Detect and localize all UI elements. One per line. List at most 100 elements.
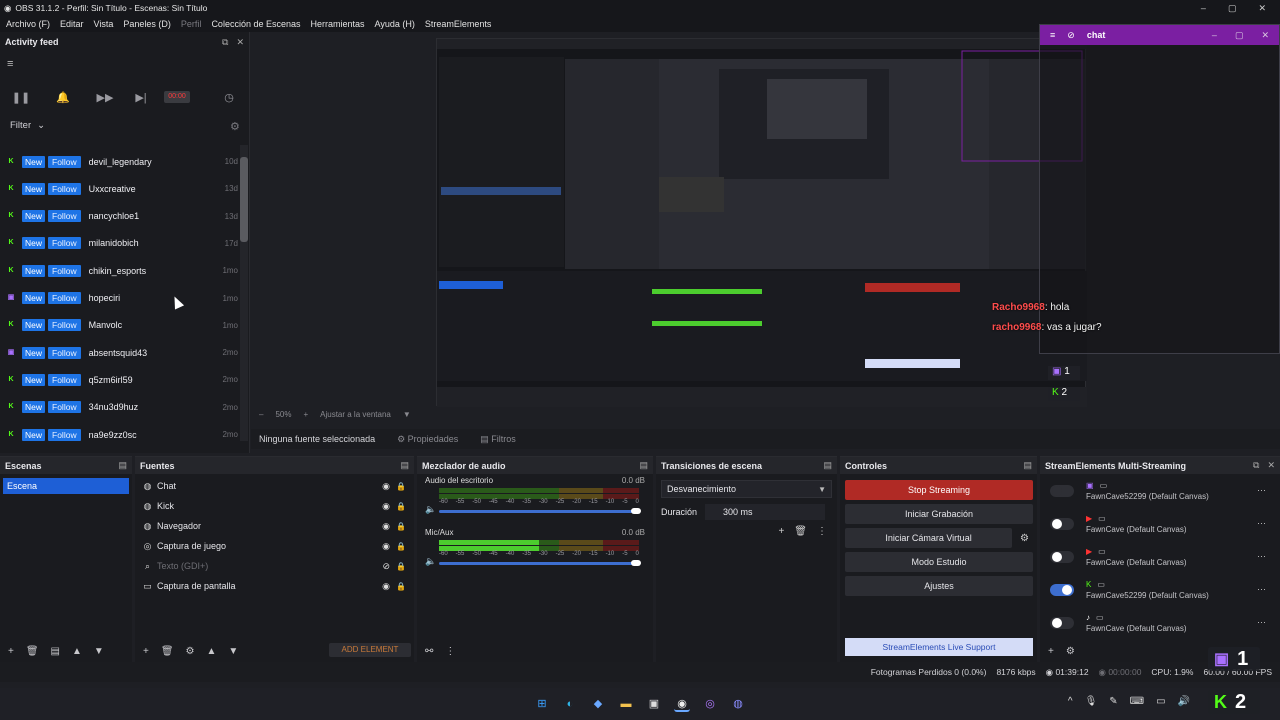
lock-icon[interactable]: 🔒 [396,562,406,571]
feed-row[interactable]: K New Follow milanidobich 17d [0,230,238,257]
menu-paneles[interactable]: Paneles (D) [123,19,171,29]
source-item[interactable]: ◍ Kick ◉ 🔒 [135,496,414,516]
windows-start-icon[interactable]: ⊞ [534,696,550,712]
stop-streaming-button[interactable]: Stop Streaming [845,480,1033,500]
stream-toggle[interactable] [1050,550,1074,563]
volume-icon[interactable]: 🔊 [1178,696,1190,707]
stream-toggle[interactable] [1050,484,1074,497]
move-down-icon[interactable]: ▼ [94,646,104,657]
gear-icon[interactable]: ⚙ [1020,533,1029,544]
source-item[interactable]: ⌕ Texto (GDI+) ⊘ 🔒 [135,556,414,576]
link-icon[interactable]: ⚯ [425,646,433,657]
gear-icon[interactable]: ⚙ [230,120,240,133]
edge-icon[interactable]: ◐ [562,696,578,712]
maximize-icon[interactable]: ▢ [1228,3,1237,14]
source-item[interactable]: ◍ Chat ◉ 🔒 [135,476,414,496]
dock-menu-icon[interactable]: ▤ [639,460,648,471]
feed-row[interactable]: ▣ New Follow hopeciri 1mo [0,285,238,312]
keyboard-icon[interactable]: ⌨ [1130,696,1144,707]
add-icon[interactable]: + [143,646,149,657]
chevron-down-icon[interactable]: ▼ [403,410,411,419]
dock-menu-icon[interactable]: ▤ [118,460,127,471]
dock-menu-icon[interactable]: ▤ [823,460,832,471]
volume-knob[interactable] [631,508,641,514]
feed-row[interactable]: K New Follow Manvolc 1mo [0,312,238,339]
eye-icon[interactable]: ◉ [382,501,390,512]
close-icon[interactable]: ✕ [1258,3,1266,14]
eye-icon[interactable]: ◉ [382,481,390,492]
lock-icon[interactable]: 🔒 [396,542,406,551]
feed-scrollbar[interactable] [240,145,248,441]
eye-icon[interactable]: ⊘ [382,561,390,572]
feed-row[interactable]: K New Follow na9e9zz0sc 2mo [0,421,238,448]
feed-row[interactable]: K New Follow Uxxcreative 13d [0,175,238,202]
scene-item[interactable]: Escena [3,478,129,494]
lock-icon[interactable]: 🔒 [396,582,406,591]
feed-row[interactable]: ▣ New Follow absentsquid43 2mo [0,339,238,366]
source-item[interactable]: ▭ Captura de pantalla ◉ 🔒 [135,576,414,596]
dock-menu-icon[interactable]: ▤ [400,460,409,471]
dock-menu-icon[interactable]: ▤ [1023,460,1032,471]
float-icon[interactable]: ⧉ [1253,460,1259,471]
volume-knob[interactable] [631,560,641,566]
pen-icon[interactable]: ✎ [1109,696,1117,707]
menu-herramientas[interactable]: Herramientas [311,19,365,29]
add-icon[interactable]: + [8,646,14,657]
volume-slider[interactable] [439,562,639,565]
trash-icon[interactable]: 🗑 [161,646,174,657]
more-icon[interactable]: ⋯ [1257,518,1266,529]
minimize-icon[interactable]: – [1212,30,1217,41]
live-support-button[interactable]: StreamElements Live Support [845,638,1033,656]
menu-archivo[interactable]: Archivo (F) [6,19,50,29]
more-icon[interactable]: ⋯ [1257,584,1266,595]
more-icon[interactable]: ⋮ [817,526,827,537]
feed-row[interactable]: K New Follow 34nu3d9huz 2mo [0,394,238,421]
network-icon[interactable]: ▭ [1156,696,1165,707]
volume-slider[interactable] [439,510,639,513]
chevron-up-icon[interactable]: ^ [1068,696,1073,707]
more-icon[interactable]: ⋯ [1257,485,1266,496]
menu-vista[interactable]: Vista [94,19,114,29]
menu-streamelements[interactable]: StreamElements [425,19,492,29]
filter-icon[interactable]: ▤ [51,646,60,657]
fit-window[interactable]: Ajustar a la ventana [320,410,391,419]
trash-icon[interactable]: 🗑 [26,646,39,657]
app-icon[interactable]: ◎ [702,696,718,712]
feed-row[interactable]: K New Follow devil_legendary 10d [0,148,238,175]
start-virtual-camera-button[interactable]: Iniciar Cámara Virtual [845,528,1013,548]
source-item[interactable]: ◍ Navegador ◉ 🔒 [135,516,414,536]
move-up-icon[interactable]: ▲ [207,646,217,657]
trash-icon[interactable]: 🗑 [794,526,807,537]
pause-icon[interactable]: ❚❚ [0,91,42,104]
menu-icon[interactable]: ≡ [1050,30,1055,40]
properties-button[interactable]: ⚙ Propiedades [397,434,458,445]
minimize-icon[interactable]: – [1201,3,1206,14]
gear-icon[interactable]: ⚙ [1066,646,1075,657]
close-icon[interactable]: ✕ [1261,30,1269,41]
add-icon[interactable]: + [778,526,784,537]
more-icon[interactable]: ⋯ [1257,617,1266,628]
more-icon[interactable]: ⋮ [445,646,455,657]
speaker-icon[interactable]: 🔈 [425,556,436,567]
file-explorer-icon[interactable]: ▬ [618,696,634,712]
gear-icon[interactable]: ⚙ [186,646,195,657]
skip-end-icon[interactable]: ▶| [126,91,156,104]
start-recording-button[interactable]: Iniciar Grabación [845,504,1033,524]
lock-icon[interactable]: 🔒 [396,482,406,491]
speaker-icon[interactable]: 🔈 [425,504,436,515]
stream-toggle[interactable] [1050,517,1074,530]
eye-icon[interactable]: ◉ [382,521,390,532]
feed-row[interactable]: K New Follow chikin_esports 1mo [0,257,238,284]
copilot-icon[interactable]: ◆ [590,696,606,712]
discord-icon[interactable]: ◍ [730,696,746,712]
menu-editar[interactable]: Editar [60,19,84,29]
float-icon[interactable]: ⧉ [222,37,228,48]
filter-dropdown[interactable]: Filter ⌄ [10,120,45,131]
move-down-icon[interactable]: ▼ [228,646,238,657]
eye-icon[interactable]: ◉ [382,541,390,552]
obs-icon[interactable]: ◉ [674,696,690,712]
menu-ayuda[interactable]: Ayuda (H) [375,19,415,29]
close-dock-icon[interactable]: ✕ [236,37,244,48]
menu-coleccion[interactable]: Colección de Escenas [211,19,300,29]
add-icon[interactable]: + [1048,646,1054,657]
